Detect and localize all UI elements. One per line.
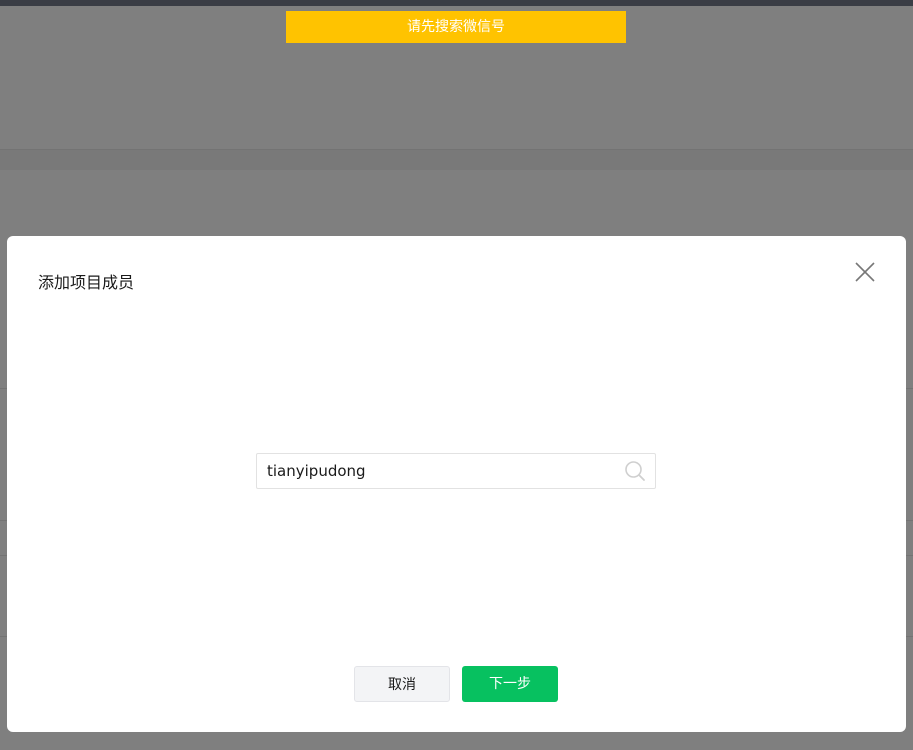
toast-message: 请先搜索微信号 <box>286 11 626 43</box>
dialog-title: 添加项目成员 <box>38 273 135 292</box>
add-member-dialog: 添加项目成员 取消 下一步 <box>7 236 906 732</box>
search-icon[interactable] <box>624 460 646 482</box>
next-step-button[interactable]: 下一步 <box>462 666 558 702</box>
close-icon[interactable] <box>853 260 877 284</box>
page: 请先搜索微信号 添加项目成员 取消 下一步 <box>0 0 913 750</box>
cancel-button[interactable]: 取消 <box>354 666 450 702</box>
search-box <box>256 453 656 489</box>
search-input[interactable] <box>267 454 607 488</box>
